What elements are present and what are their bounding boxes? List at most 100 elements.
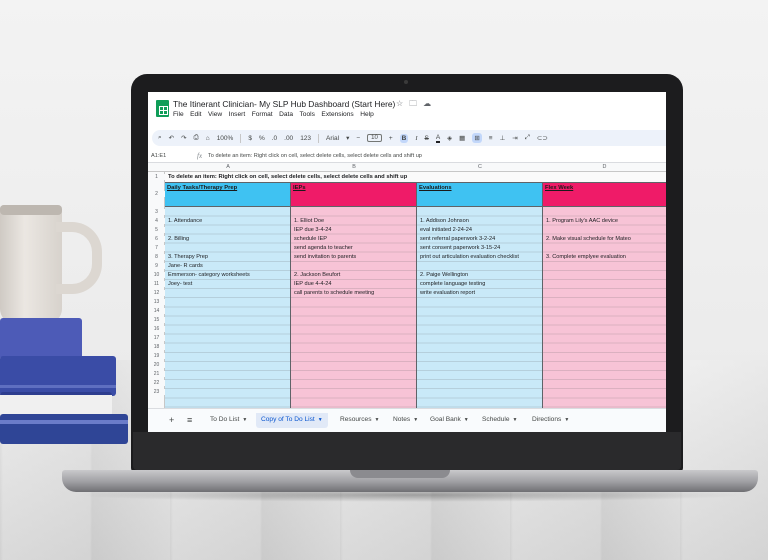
row-header[interactable]: 2 [148, 191, 165, 197]
fill-color-icon[interactable]: ◈ [447, 134, 452, 142]
cell-c5[interactable]: eval initiated 2-24-24 [420, 227, 472, 233]
cell-b10[interactable]: 2. Jackson Beufort [294, 272, 340, 278]
all-sheets-button[interactable]: ≡ [187, 415, 192, 425]
menu-view[interactable]: View [208, 111, 222, 118]
redo-icon[interactable]: ↷ [181, 134, 186, 142]
vertical-align-icon[interactable]: ⊥ [500, 134, 506, 142]
cell-a4[interactable]: 1. Attendance [168, 218, 202, 224]
column-header-d[interactable]: D [543, 164, 666, 170]
column-header-b[interactable]: B [291, 164, 417, 170]
text-color-button[interactable]: A [435, 134, 441, 143]
row-header[interactable]: 19 [148, 353, 165, 359]
cell-b5[interactable]: IEP due 3-4-24 [294, 227, 332, 233]
folder-icon[interactable]: 🗀 [409, 99, 417, 108]
borders-icon[interactable]: ▦ [459, 134, 465, 142]
cell-b11[interactable]: IEP due 4-4-24 [294, 281, 332, 287]
row-header[interactable]: 16 [148, 326, 165, 332]
cell-c6[interactable]: sent referral paperwork 3-2-24 [420, 236, 495, 242]
row-header[interactable]: 15 [148, 317, 165, 323]
cell-a8[interactable]: 3. Therapy Prep [168, 254, 208, 260]
row-header[interactable]: 20 [148, 362, 165, 368]
text-wrap-icon[interactable]: ⇥ [512, 134, 517, 142]
horizontal-align-icon[interactable]: ≡ [489, 135, 493, 142]
tab-schedule[interactable]: Schedule ▼ [477, 413, 522, 428]
percent-format-button[interactable]: % [259, 135, 265, 142]
paint-format-icon[interactable]: ⌂ [206, 135, 210, 142]
sheets-logo-icon[interactable] [156, 100, 169, 117]
row-header[interactable]: 22 [148, 380, 165, 386]
row-header[interactable]: 23 [148, 389, 165, 395]
font-select[interactable]: Arial [326, 135, 339, 142]
row-header[interactable]: 13 [148, 299, 165, 305]
tab-goal-bank[interactable]: Goal Bank ▼ [425, 413, 474, 428]
menu-help[interactable]: Help [360, 111, 374, 118]
row-header[interactable]: 5 [148, 227, 165, 233]
header-daily-tasks[interactable]: Daily Tasks/Therapy Prep [165, 183, 291, 207]
cell-a6[interactable]: 2. Billing [168, 236, 189, 242]
cell-a11[interactable]: Joey- test [168, 281, 192, 287]
row-header[interactable]: 10 [148, 272, 165, 278]
row-header[interactable]: 3 [148, 209, 165, 215]
row-header[interactable]: 14 [148, 308, 165, 314]
tab-directions[interactable]: Directions ▼ [527, 413, 574, 428]
menu-data[interactable]: Data [279, 111, 293, 118]
cell-c10[interactable]: 2. Paige Wellington [420, 272, 468, 278]
column-header-a[interactable]: A [165, 164, 291, 170]
font-size-decrease-button[interactable]: − [356, 135, 360, 142]
bold-button[interactable]: B [399, 133, 409, 143]
merge-cells-icon[interactable]: ⊞ [472, 133, 482, 143]
print-icon[interactable]: ⎙ [194, 134, 199, 142]
menu-insert[interactable]: Insert [229, 111, 246, 118]
tab-copy-of-to-do-list[interactable]: Copy of To Do List ▼ [256, 413, 328, 428]
formula-input[interactable]: To delete an item: Right click on cell, … [208, 153, 422, 159]
cell-b8[interactable]: send invitation to parents [294, 254, 356, 260]
decrease-decimal-button[interactable]: .0 [272, 135, 277, 142]
cell-c11[interactable]: complete language testing [420, 281, 485, 287]
menu-edit[interactable]: Edit [190, 111, 201, 118]
strikethrough-button[interactable]: S [424, 135, 428, 142]
zoom-select[interactable]: 100% [217, 135, 234, 142]
undo-icon[interactable]: ↶ [169, 134, 174, 142]
cell-a10[interactable]: Emmerson- category worksheets [168, 272, 250, 278]
cloud-icon[interactable]: ☁ [423, 99, 431, 108]
cell-a9[interactable]: Jane- R cards [168, 263, 203, 269]
tab-resources[interactable]: Resources ▼ [335, 413, 384, 428]
cell-d8[interactable]: 3. Complete emplyee evaluation [546, 254, 626, 260]
menu-format[interactable]: Format [252, 111, 273, 118]
font-size-increase-button[interactable]: + [389, 135, 393, 142]
row-header[interactable]: 12 [148, 290, 165, 296]
row-header[interactable]: 1 [148, 174, 165, 180]
menu-tools[interactable]: Tools [300, 111, 315, 118]
column-header-c[interactable]: C [417, 164, 543, 170]
star-icon[interactable]: ☆ [396, 99, 403, 108]
font-size-input[interactable]: 10 [367, 134, 382, 142]
header-flex-week[interactable]: Flex Week [543, 183, 666, 207]
cell-b4[interactable]: 1. Elliot Doe [294, 218, 324, 224]
name-box[interactable]: A1:E1 [151, 153, 166, 159]
row-header[interactable]: 4 [148, 218, 165, 224]
header-evaluations[interactable]: Evaluations [417, 183, 543, 207]
row-header[interactable]: 17 [148, 335, 165, 341]
row-header[interactable]: 8 [148, 254, 165, 260]
row-header[interactable]: 7 [148, 245, 165, 251]
increase-decimal-button[interactable]: .00 [284, 135, 293, 142]
cell-d6[interactable]: 2. Make visual schedule for Mateo [546, 236, 631, 242]
menu-extensions[interactable]: Extensions [321, 111, 353, 118]
tab-to-do-list[interactable]: To Do List ▼ [205, 413, 252, 428]
add-sheet-button[interactable]: + [169, 415, 174, 425]
insert-link-icon[interactable]: ⊂⊃ [537, 134, 548, 142]
cell-c7[interactable]: sent consent paperwork 3-15-24 [420, 245, 500, 251]
cell-b6[interactable]: schedule IEP [294, 236, 327, 242]
currency-format-button[interactable]: $ [248, 135, 252, 142]
row-header[interactable]: 11 [148, 281, 165, 287]
row-header[interactable]: 21 [148, 371, 165, 377]
cell-b12[interactable]: call parents to schedule meeting [294, 290, 374, 296]
row-header[interactable]: 6 [148, 236, 165, 242]
cell-c12[interactable]: write evaluation report [420, 290, 475, 296]
cell-c4[interactable]: 1. Addison Johnson [420, 218, 469, 224]
search-menus-icon[interactable]: ⌕ [158, 134, 162, 142]
header-ieps[interactable]: IEPs [291, 183, 417, 207]
row-header[interactable]: 9 [148, 263, 165, 269]
tab-notes[interactable]: Notes ▼ [388, 413, 423, 428]
menu-file[interactable]: File [173, 111, 184, 118]
